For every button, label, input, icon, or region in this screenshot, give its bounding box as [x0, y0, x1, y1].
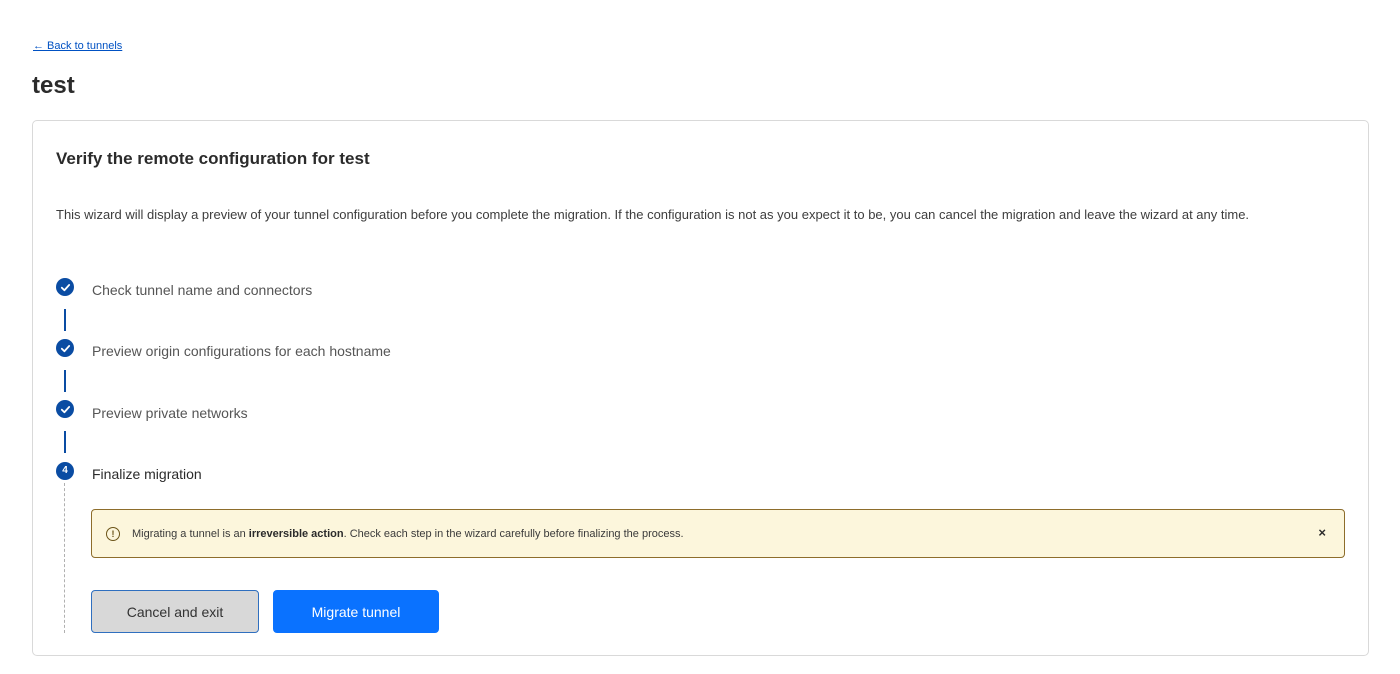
close-alert-icon[interactable]: × [1318, 525, 1326, 540]
alert-text-before: Migrating a tunnel is an [132, 527, 249, 540]
step-connector-dashed [64, 483, 65, 633]
migration-wizard-card: Verify the remote configuration for test… [32, 120, 1369, 656]
back-to-tunnels-link[interactable]: ← Back to tunnels [33, 40, 122, 52]
wizard-title: Verify the remote configuration for test [56, 149, 370, 168]
step-number-icon: 4 [56, 462, 74, 480]
step-connector [64, 370, 66, 392]
migrate-tunnel-button[interactable]: Migrate tunnel [273, 590, 439, 633]
wizard-description: This wizard will display a preview of yo… [56, 207, 1250, 222]
step-complete-check-icon [56, 400, 74, 418]
alert-text-bold: irreversible action [248, 527, 344, 540]
step-connector [64, 309, 66, 331]
alert-text-after: . Check each step in the wizard carefull… [343, 527, 684, 540]
warning-icon: ! [106, 526, 120, 541]
alert-message: Migrating a tunnel is an irreversible ac… [132, 528, 684, 540]
step-complete-check-icon [56, 278, 74, 296]
irreversible-warning-alert: ! Migrating a tunnel is an irreversible … [91, 509, 1345, 558]
step-label-preview-origin: Preview origin configurations for each h… [92, 343, 391, 359]
step-number: 4 [62, 465, 68, 476]
step-connector [64, 431, 66, 453]
cancel-and-exit-button[interactable]: Cancel and exit [91, 590, 259, 633]
step-complete-check-icon [56, 339, 74, 357]
page-title: test [32, 72, 75, 99]
step-label-check-tunnel: Check tunnel name and connectors [92, 282, 313, 298]
step-label-preview-private-networks: Preview private networks [92, 405, 248, 421]
step-label-finalize-migration: Finalize migration [92, 466, 202, 482]
